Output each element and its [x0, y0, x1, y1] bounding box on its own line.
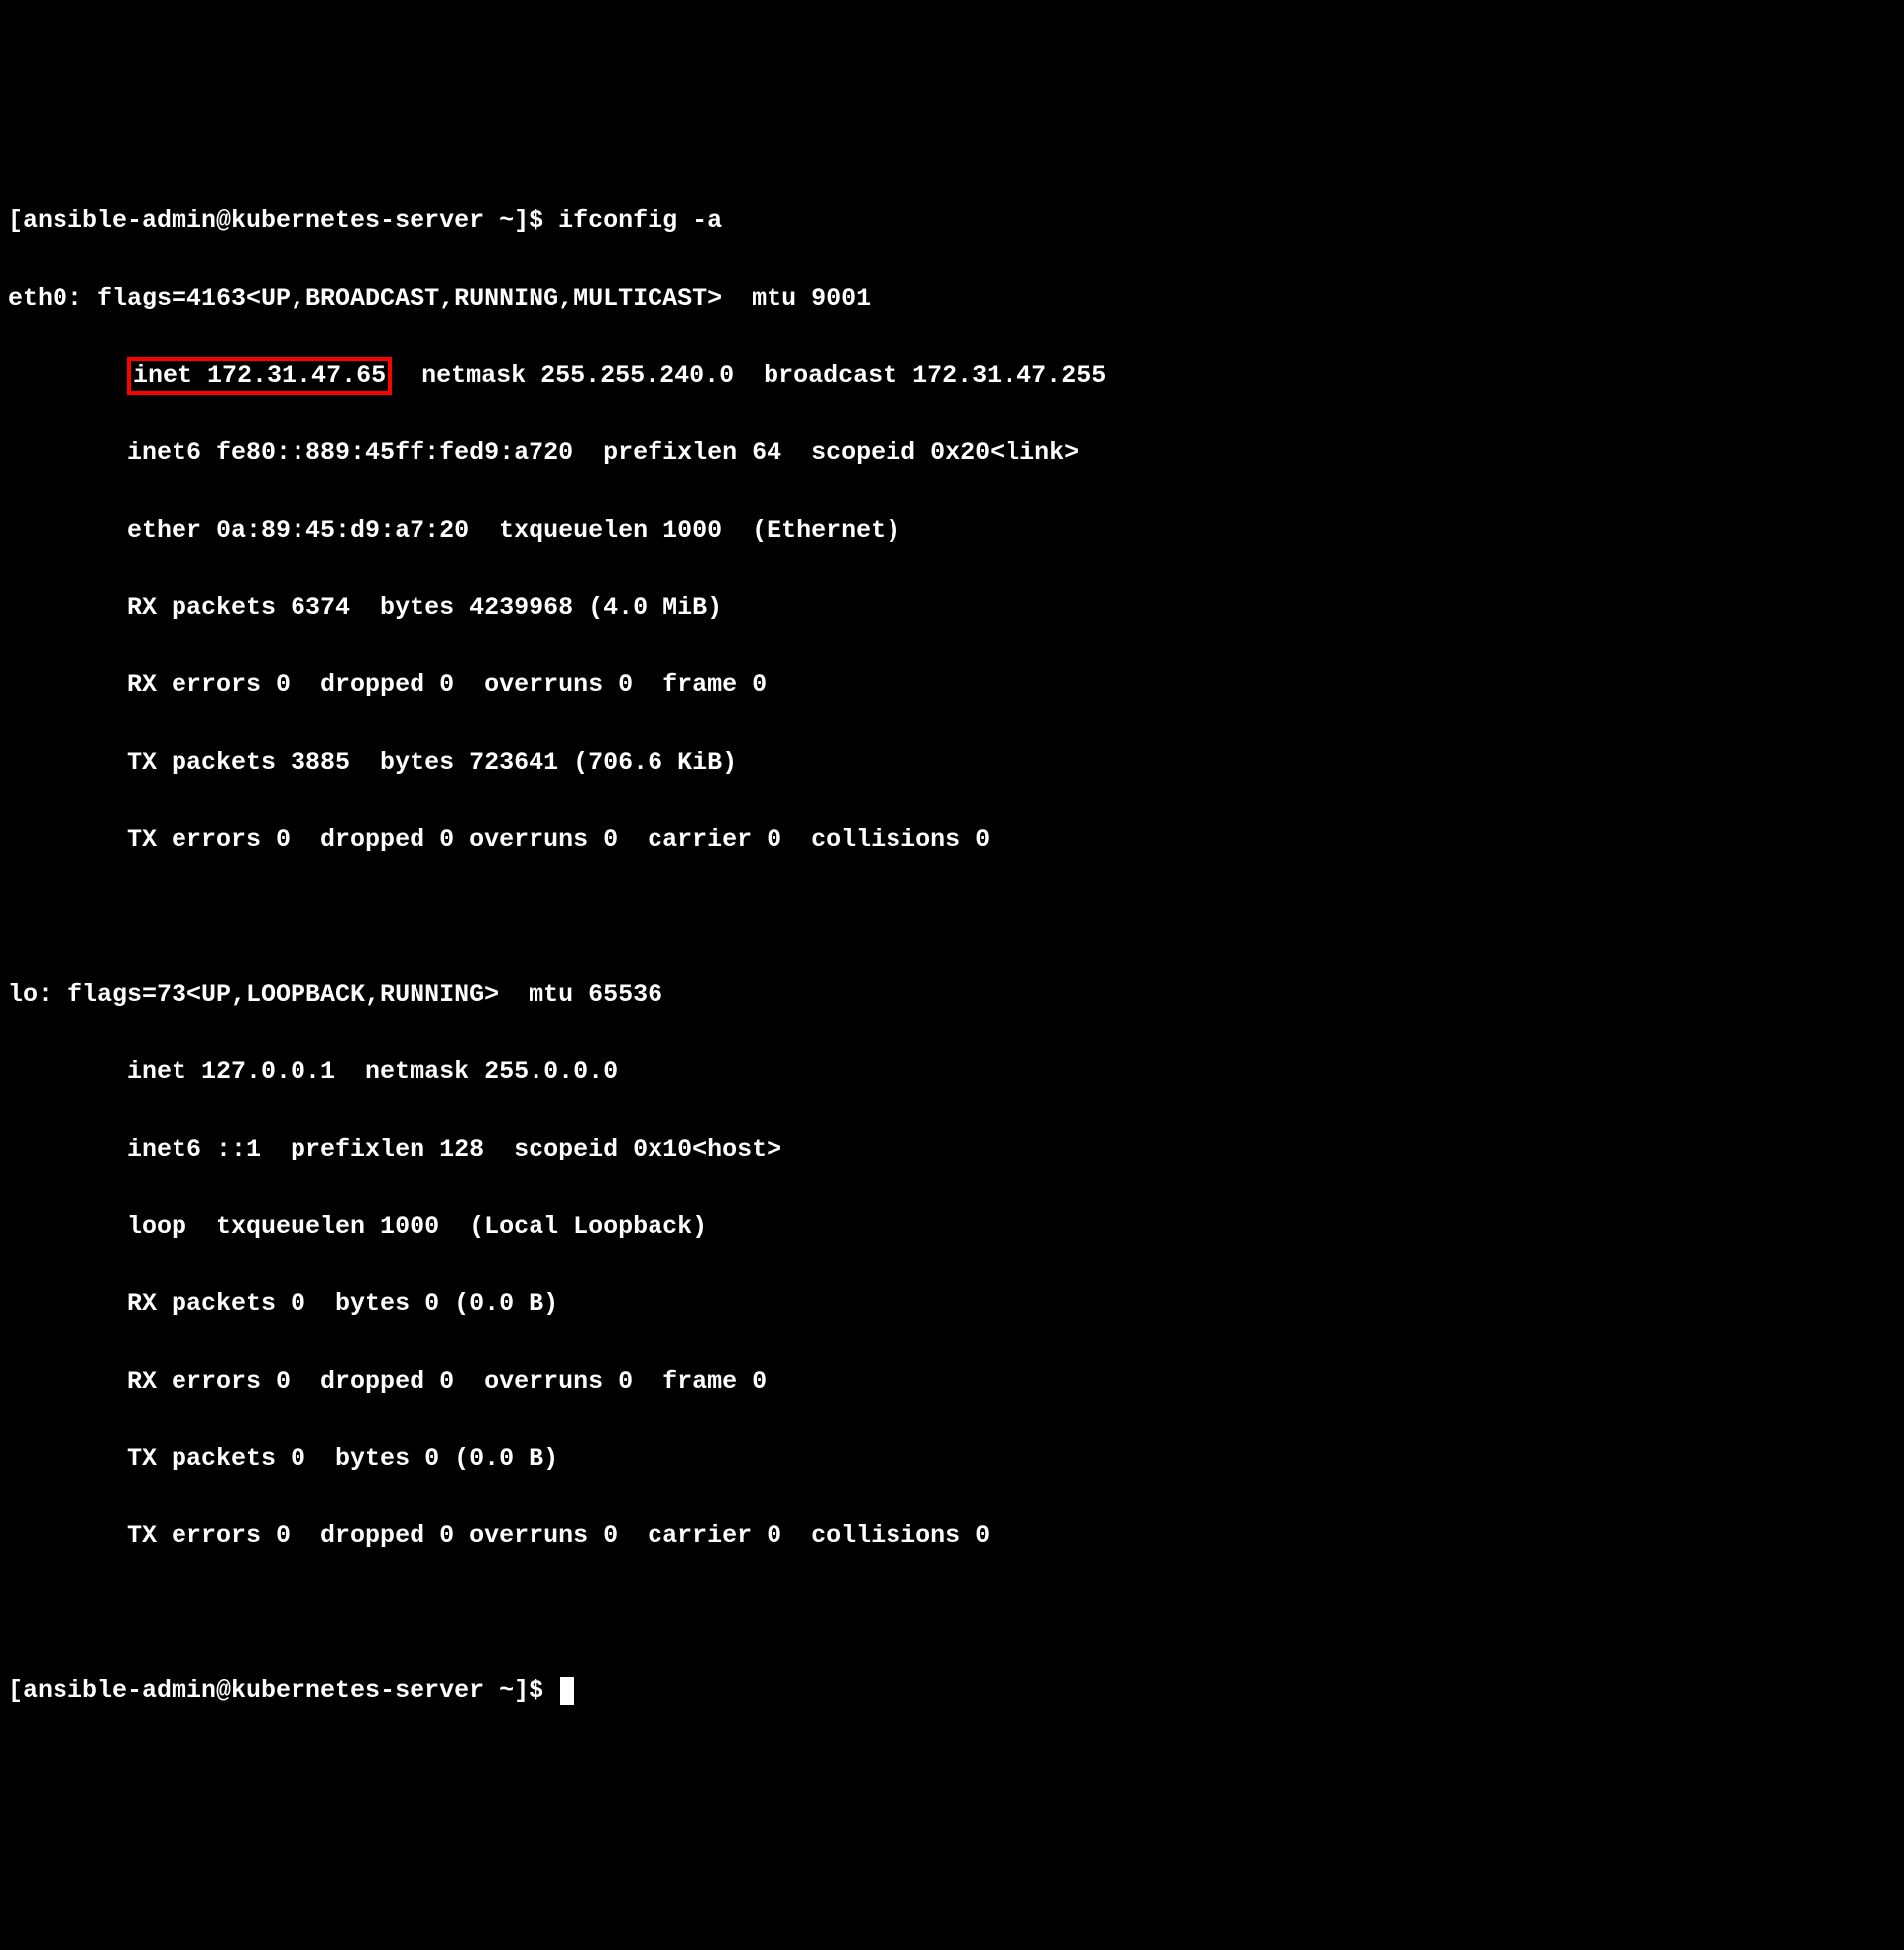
eth0-inet-rest: netmask 255.255.240.0 broadcast 172.31.4…	[392, 361, 1106, 390]
eth0-rx-packets: RX packets 6374 bytes 4239968 (4.0 MiB)	[8, 588, 1896, 627]
cursor	[560, 1677, 574, 1705]
lo-loop: loop txqueuelen 1000 (Local Loopback)	[8, 1207, 1896, 1246]
eth0-inet-highlight: inet 172.31.47.65	[127, 357, 392, 395]
prompt-line-2[interactable]: [ansible-admin@kubernetes-server ~]$	[8, 1671, 1896, 1710]
shell-prompt: [ansible-admin@kubernetes-server ~]$	[8, 206, 558, 235]
prompt-line-1[interactable]: [ansible-admin@kubernetes-server ~]$ ifc…	[8, 201, 1896, 240]
eth0-ether: ether 0a:89:45:d9:a7:20 txqueuelen 1000 …	[8, 511, 1896, 549]
eth0-tx-errors: TX errors 0 dropped 0 overruns 0 carrier…	[8, 820, 1896, 859]
blank-line	[8, 898, 1896, 936]
lo-tx-errors: TX errors 0 dropped 0 overruns 0 carrier…	[8, 1517, 1896, 1555]
command-text: ifconfig -a	[558, 206, 722, 235]
shell-prompt: [ansible-admin@kubernetes-server ~]$	[8, 1676, 558, 1705]
lo-inet6: inet6 ::1 prefixlen 128 scopeid 0x10<hos…	[8, 1130, 1896, 1168]
eth0-inet6: inet6 fe80::889:45ff:fed9:a720 prefixlen…	[8, 433, 1896, 472]
blank-line-2	[8, 1594, 1896, 1633]
terminal-output: [ansible-admin@kubernetes-server ~]$ ifc…	[8, 163, 1896, 1749]
lo-rx-errors: RX errors 0 dropped 0 overruns 0 frame 0	[8, 1362, 1896, 1401]
eth0-header: eth0: flags=4163<UP,BROADCAST,RUNNING,MU…	[8, 279, 1896, 317]
eth0-rx-errors: RX errors 0 dropped 0 overruns 0 frame 0	[8, 666, 1896, 704]
lo-tx-packets: TX packets 0 bytes 0 (0.0 B)	[8, 1439, 1896, 1478]
lo-inet: inet 127.0.0.1 netmask 255.0.0.0	[8, 1052, 1896, 1091]
lo-header: lo: flags=73<UP,LOOPBACK,RUNNING> mtu 65…	[8, 975, 1896, 1014]
lo-rx-packets: RX packets 0 bytes 0 (0.0 B)	[8, 1284, 1896, 1323]
eth0-tx-packets: TX packets 3885 bytes 723641 (706.6 KiB)	[8, 743, 1896, 782]
eth0-inet-line: inet 172.31.47.65 netmask 255.255.240.0 …	[8, 356, 1896, 395]
